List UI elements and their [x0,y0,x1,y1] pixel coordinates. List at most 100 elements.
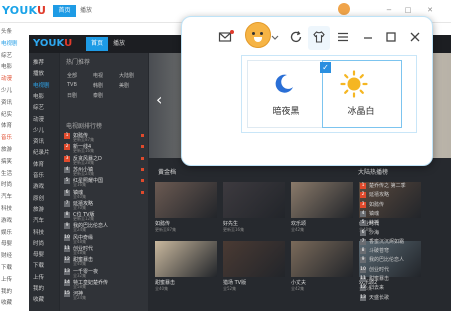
main-sidebar-item[interactable]: 旅游 [33,205,44,213]
minimize-icon[interactable] [361,30,375,44]
rank-row[interactable]: 4 苏州小镇 更新至24集 [64,166,144,176]
main-sidebar-item[interactable]: 电视剧 [33,81,50,89]
menu-icon[interactable] [336,30,350,44]
video-title[interactable]: 小丈夫 [291,279,306,286]
video-thumbnail[interactable] [155,241,217,277]
background-sidebar-item[interactable]: 游戏 [1,216,12,224]
filter-chip[interactable]: TVB [67,82,77,88]
main-sidebar-item[interactable]: 推荐 [33,58,44,66]
background-minimize-icon[interactable]: − [385,6,393,14]
main-tab-play[interactable]: 播放 [113,37,125,51]
video-title[interactable]: 如懿传 [155,220,170,227]
rank-row[interactable]: 6 镇魂 全40集 [64,189,144,199]
background-tab-home[interactable]: 首页 [53,5,76,17]
main-sidebar-item[interactable]: 电影 [33,92,44,100]
rank-row[interactable]: 3 反贪风暴之D 更新至28集 [64,155,144,165]
background-sidebar-item[interactable]: 汽车 [1,192,12,200]
main-sidebar-item[interactable]: 下载 [33,261,44,269]
background-sidebar-item[interactable]: 生活 [1,169,12,177]
video-thumbnail[interactable] [223,182,285,218]
rank-row[interactable]: 2 新一线4 更新至16集 [64,143,144,153]
filter-chip[interactable]: 大陆剧 [119,72,134,79]
rank-row[interactable]: 14 特工皇妃楚乔传 全58集 [64,279,144,289]
video-thumbnail[interactable] [291,182,353,218]
main-tab-home[interactable]: 首页 [86,37,108,51]
video-thumbnail[interactable] [291,241,353,277]
main-sidebar-item[interactable]: 汽车 [33,216,44,224]
background-sidebar-item[interactable]: 娱乐 [1,228,12,236]
background-close-icon[interactable]: ✕ [426,6,434,14]
background-sidebar-item[interactable]: 收藏 [1,298,12,306]
main-sidebar-item[interactable]: 上传 [33,273,44,281]
background-tab-play[interactable]: 播放 [80,5,92,17]
rank-row[interactable]: 15 河神 全24集 [64,290,144,300]
background-mascot-icon[interactable] [338,3,350,15]
background-sidebar-item[interactable]: 上传 [1,275,12,283]
filter-chip[interactable]: 美剧 [119,82,129,89]
rank-row[interactable]: 1 如懿传 更新至87集 [64,132,144,142]
filter-chip[interactable]: 韩剧 [93,82,103,89]
refresh-icon[interactable] [289,30,303,44]
background-sidebar-item[interactable]: 时尚 [1,180,12,188]
background-maximize-icon[interactable]: □ [404,6,412,14]
main-sidebar-item[interactable]: 原创 [33,194,44,202]
rank-row[interactable]: 9 我的巴比伦恋人 全24集 [64,222,144,232]
background-sidebar-item[interactable]: 下载 [1,263,12,271]
background-sidebar-item[interactable]: 电影 [1,62,12,70]
main-sidebar-item[interactable]: 少儿 [33,126,44,134]
main-sidebar-item[interactable]: 综艺 [33,103,44,111]
rank-row[interactable]: 8 C位 TV版 更新至12集 [64,211,144,221]
rank-row[interactable]: 10 风中奇缘 全48集 [64,234,144,244]
filter-chip[interactable]: 全部 [67,72,77,79]
video-thumbnail[interactable] [223,241,285,277]
background-sidebar-item[interactable]: 动漫 [1,74,12,82]
rank-number: 15 [64,291,70,298]
skin-shirt-icon[interactable] [312,30,326,44]
rank-row[interactable]: 11 创业时代 全48集 [64,245,144,255]
main-sidebar-item[interactable]: 游戏 [33,182,44,190]
main-sidebar-item[interactable]: 动漫 [33,115,44,123]
background-sidebar-item[interactable]: 电视剧 [1,39,18,47]
close-icon[interactable] [408,30,422,44]
chevron-down-icon[interactable] [268,33,282,47]
background-sidebar-item[interactable]: 我的 [1,287,12,295]
main-sidebar-item[interactable]: 我的 [33,284,44,292]
background-sidebar-item[interactable]: 财经 [1,251,12,259]
main-sidebar-item[interactable]: 纪录片 [33,148,50,156]
main-sidebar-item[interactable]: 时尚 [33,239,44,247]
hot-title-text: 如懿传 [369,201,385,208]
main-sidebar-item[interactable]: 音乐 [33,171,44,179]
banner-prev-arrow-icon[interactable]: ‹ [156,90,162,109]
video-title[interactable]: 好先生 [223,220,238,227]
background-sidebar-item[interactable]: 科技 [1,204,12,212]
filter-chip[interactable]: 日剧 [67,92,77,99]
background-sidebar-item[interactable]: 资讯 [1,98,12,106]
main-sidebar-item[interactable]: 体育 [33,160,44,168]
main-sidebar-item[interactable]: 收藏 [33,295,44,303]
background-sidebar-item[interactable]: 纪实 [1,110,12,118]
background-sidebar-item[interactable]: 音乐 [1,133,12,141]
background-sidebar-item[interactable]: 头条 [1,27,12,35]
background-sidebar-item[interactable]: 旅游 [1,145,12,153]
maximize-icon[interactable] [384,30,398,44]
main-sidebar-item[interactable]: 播放 [33,69,44,77]
video-title[interactable]: 欢乐颂 [291,220,306,227]
rank-row[interactable]: 12 甜蜜暴击 全40集 [64,256,144,266]
hot-row[interactable]: 13 天盛长歌 [360,294,448,304]
main-sidebar-item[interactable]: 科技 [33,228,44,236]
background-sidebar-item[interactable]: 体育 [1,121,12,129]
video-thumbnail[interactable] [155,182,217,218]
filter-chip[interactable]: 电视 [93,72,103,79]
background-sidebar-item[interactable]: 少儿 [1,86,12,94]
background-sidebar-item[interactable]: 搞笑 [1,157,12,165]
filter-chip[interactable]: 泰剧 [93,92,103,99]
main-sidebar-item[interactable]: 资讯 [33,137,44,145]
background-sidebar-item[interactable]: 母婴 [1,239,12,247]
main-sidebar-item[interactable]: 母婴 [33,250,44,258]
video-title[interactable]: 猎场 TV版 [223,279,246,286]
rank-row[interactable]: 5 红星照耀中国 全16集 [64,177,144,187]
rank-row[interactable]: 13 一千零一夜 全32集 [64,268,144,278]
background-sidebar-item[interactable]: 综艺 [1,51,12,59]
video-title[interactable]: 甜蜜暴击 [155,279,175,286]
rank-row[interactable]: 7 延禧攻略 全70集 [64,200,144,210]
